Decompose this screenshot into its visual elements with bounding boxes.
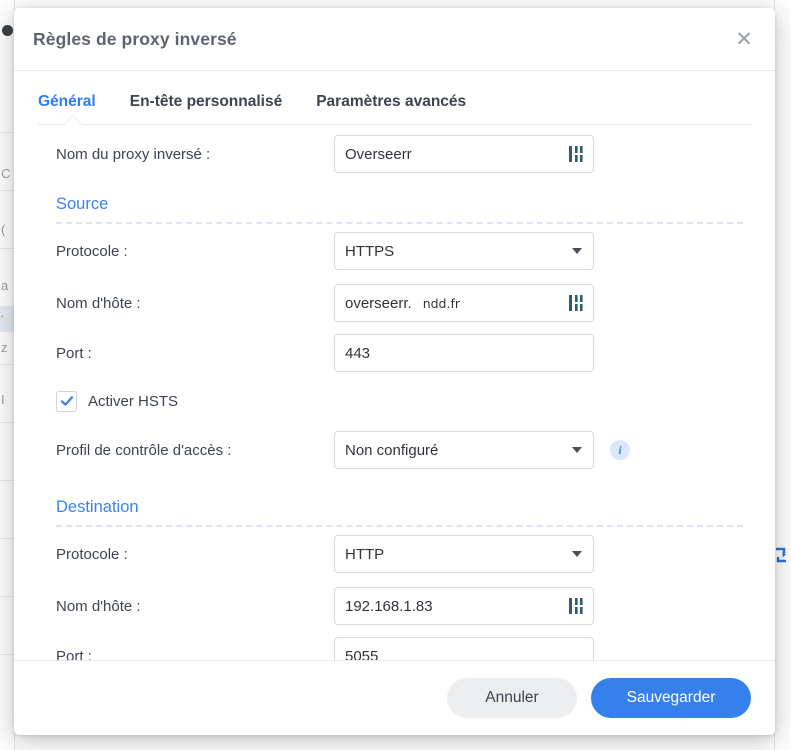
destination-protocol-value: HTTP: [345, 545, 385, 563]
source-protocol-label: Protocole :: [56, 242, 128, 260]
row-source-protocol: Protocole : HTTPS: [38, 224, 751, 278]
chevron-down-icon[interactable]: [572, 551, 582, 557]
row-destination-hostname: Nom d'hôte : 192.168.1.83: [38, 581, 751, 631]
background-text-fragment: (: [1, 222, 6, 237]
dialog-title: Règles de proxy inversé: [33, 28, 237, 49]
background-text-fragment: z: [1, 340, 8, 355]
source-hostname-value: overseerr.: [345, 294, 412, 312]
destination-section-header: Destination: [38, 476, 751, 527]
destination-hostname-input[interactable]: 192.168.1.83: [334, 587, 594, 625]
source-hostname-input[interactable]: overseerr. ndd.fr: [334, 284, 594, 322]
row-source-port: Port : 443: [38, 328, 751, 378]
save-button[interactable]: Sauvegarder: [591, 678, 751, 718]
tab-advanced-settings[interactable]: Paramètres avancés: [316, 93, 466, 125]
row-proxy-name: Nom du proxy inversé : Overseerr: [38, 125, 751, 183]
chevron-down-icon[interactable]: [572, 248, 582, 254]
source-protocol-select[interactable]: HTTPS: [334, 232, 594, 270]
info-icon[interactable]: i: [610, 440, 630, 460]
background-left-edge: C ( a ' z I: [0, 0, 15, 750]
background-right-edge: [774, 0, 791, 750]
row-destination-port: Port : 5055: [38, 631, 751, 660]
access-profile-select[interactable]: Non configuré: [334, 431, 594, 469]
destination-protocol-select[interactable]: HTTP: [334, 535, 594, 573]
row-destination-protocol: Protocole : HTTP: [38, 527, 751, 581]
background-text-fragment: C: [1, 166, 11, 181]
chevron-down-icon[interactable]: [572, 447, 582, 453]
destination-port-value: 5055: [345, 647, 379, 661]
dialog-header: Règles de proxy inversé ✕: [14, 8, 775, 71]
source-hostname-domain: ndd.fr: [422, 295, 461, 311]
tab-custom-header[interactable]: En-tête personnalisé: [130, 93, 282, 125]
row-hsts: Activer HSTS: [38, 378, 751, 424]
source-section-header: Source: [38, 183, 751, 224]
row-source-hostname: Nom d'hôte : overseerr. ndd.fr: [38, 278, 751, 328]
proxy-name-input[interactable]: Overseerr: [334, 135, 594, 173]
background-toolbar-dot-icon: [2, 25, 13, 36]
dialog-body: Nom du proxy inversé : Overseerr Source: [14, 125, 775, 660]
proxy-name-label: Nom du proxy inversé :: [56, 145, 211, 163]
destination-hostname-value: 192.168.1.83: [345, 597, 433, 615]
source-heading: Source: [56, 195, 109, 213]
destination-port-input[interactable]: 5055: [334, 637, 594, 660]
destination-heading: Destination: [56, 498, 139, 516]
close-icon[interactable]: ✕: [729, 24, 759, 54]
background-text-fragment: a: [1, 278, 9, 293]
destination-hostname-label: Nom d'hôte :: [56, 597, 141, 615]
reverse-proxy-arrow-icon: [775, 546, 789, 564]
access-profile-value: Non configuré: [345, 441, 439, 459]
access-profile-label: Profil de contrôle d'accès :: [56, 441, 232, 459]
reverse-proxy-rules-dialog: Règles de proxy inversé ✕ Général En-têt…: [14, 8, 775, 735]
hsts-label[interactable]: Activer HSTS: [88, 393, 178, 410]
background-text-fragment: I: [1, 392, 5, 407]
source-hostname-label: Nom d'hôte :: [56, 294, 141, 312]
source-protocol-value: HTTPS: [345, 242, 395, 260]
autofill-icon[interactable]: [568, 145, 584, 163]
destination-protocol-label: Protocole :: [56, 545, 128, 563]
source-port-value: 443: [345, 344, 371, 362]
destination-port-label: Port :: [56, 647, 92, 661]
dialog-footer: Annuler Sauvegarder: [14, 660, 775, 735]
autofill-icon[interactable]: [568, 597, 584, 615]
autofill-icon[interactable]: [568, 294, 584, 312]
background-text-fragment: ': [1, 312, 4, 327]
cancel-button[interactable]: Annuler: [447, 678, 577, 718]
source-port-input[interactable]: 443: [334, 334, 594, 372]
hsts-checkbox[interactable]: [56, 390, 77, 412]
proxy-name-value: Overseerr: [345, 145, 412, 163]
tab-bar: Général En-tête personnalisé Paramètres …: [14, 71, 775, 125]
row-access-profile: Profil de contrôle d'accès : Non configu…: [38, 424, 751, 476]
active-tab-indicator: [64, 116, 82, 125]
source-port-label: Port :: [56, 344, 92, 362]
